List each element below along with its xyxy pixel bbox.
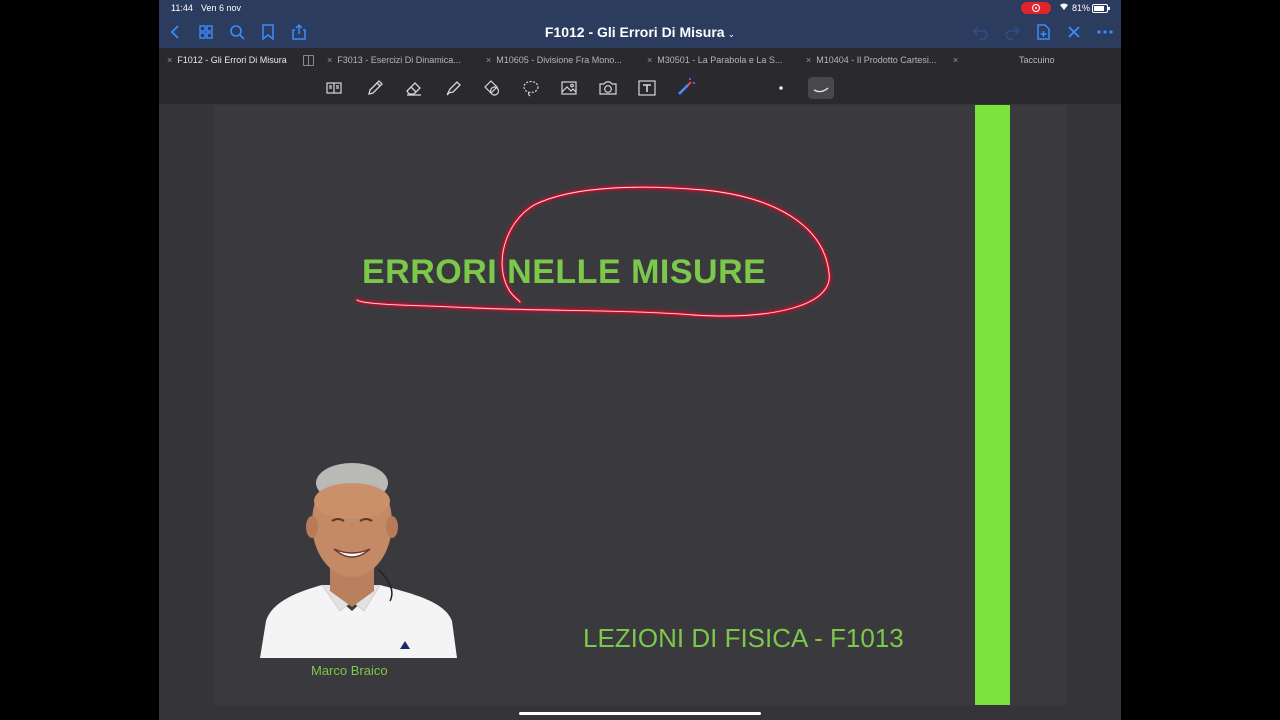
tab-close-icon[interactable]: × — [806, 55, 811, 65]
camera-icon[interactable] — [598, 78, 618, 98]
image-icon[interactable] — [559, 78, 579, 98]
tab-close-icon[interactable]: × — [647, 55, 652, 65]
status-date: Ven 6 nov — [201, 3, 242, 13]
text-icon[interactable] — [637, 78, 657, 98]
notebook-label[interactable]: Taccuino — [1019, 48, 1055, 72]
document-title-text: F1012 - Gli Errori Di Misura — [544, 24, 725, 40]
tab-close-icon[interactable]: × — [327, 55, 332, 65]
dot-size-icon[interactable] — [771, 78, 791, 98]
wifi-icon — [1059, 2, 1069, 13]
page-subtitle: LEZIONI DI FISICA - F1013 — [583, 623, 904, 653]
notebook-page[interactable]: ERRORI NELLE MISURE Marco Braico LEZIONI… — [214, 105, 1067, 705]
status-time: 11:44 — [171, 3, 193, 13]
tab-label: M10605 - Divisione Fra Mono... — [496, 55, 622, 65]
tab-close-icon[interactable]: × — [953, 55, 958, 65]
add-page-icon[interactable] — [1034, 23, 1052, 41]
tab-label: M10404 - Il Prodotto Cartesi... — [816, 55, 937, 65]
tab-m10605[interactable]: × M10605 - Divisione Fra Mono... — [486, 48, 622, 72]
redo-icon[interactable] — [1003, 23, 1021, 41]
lasso-icon[interactable] — [521, 78, 541, 98]
tab-bar: × F1012 - Gli Errori Di Misura × F3013 - E… — [159, 48, 1121, 72]
chevron-down-icon: ⌄ — [727, 29, 736, 39]
author-name: Marco Braico — [311, 663, 388, 678]
tab-m10404[interactable]: × M10404 - Il Prodotto Cartesi... × — [806, 48, 963, 72]
battery-icon — [1092, 4, 1110, 13]
laser-pointer-icon[interactable] — [675, 78, 695, 98]
shapes-icon[interactable] — [482, 78, 502, 98]
more-icon[interactable] — [1096, 23, 1114, 41]
tab-label: M30501 - La Parabola e La S... — [657, 55, 783, 65]
close-icon[interactable] — [1065, 23, 1083, 41]
drawing-toolbar — [159, 72, 1121, 104]
tab-label: F3013 - Esercizi Di Dinamica... — [337, 55, 461, 65]
split-view-icon[interactable] — [303, 55, 314, 66]
tab-f3013[interactable]: × F3013 - Esercizi Di Dinamica... — [327, 48, 461, 72]
home-indicator[interactable] — [519, 712, 761, 715]
stroke-icon[interactable] — [808, 77, 834, 99]
pen-icon[interactable] — [365, 78, 385, 98]
tab-close-icon[interactable]: × — [486, 55, 491, 65]
battery-percentage: 81% — [1072, 3, 1091, 13]
screen-recording-icon — [1021, 2, 1051, 14]
tab-label: F1012 - Gli Errori Di Misura — [177, 55, 287, 65]
tab-close-icon[interactable]: × — [167, 55, 172, 65]
tab-f1012[interactable]: × F1012 - Gli Errori Di Misura — [167, 48, 287, 72]
ipad-screen: 11:44 Ven 6 nov 81% F1012 - Gli Errori D… — [159, 0, 1121, 720]
undo-icon[interactable] — [972, 23, 990, 41]
tab-m30501[interactable]: × M30501 - La Parabola e La S... — [647, 48, 782, 72]
author-photo — [260, 463, 457, 658]
navigation-bar: F1012 - Gli Errori Di Misura ⌄ — [159, 16, 1121, 48]
read-mode-icon[interactable] — [324, 78, 344, 98]
status-bar: 11:44 Ven 6 nov 81% — [159, 0, 1121, 16]
eraser-icon[interactable] — [404, 78, 424, 98]
highlighter-icon[interactable] — [443, 78, 463, 98]
